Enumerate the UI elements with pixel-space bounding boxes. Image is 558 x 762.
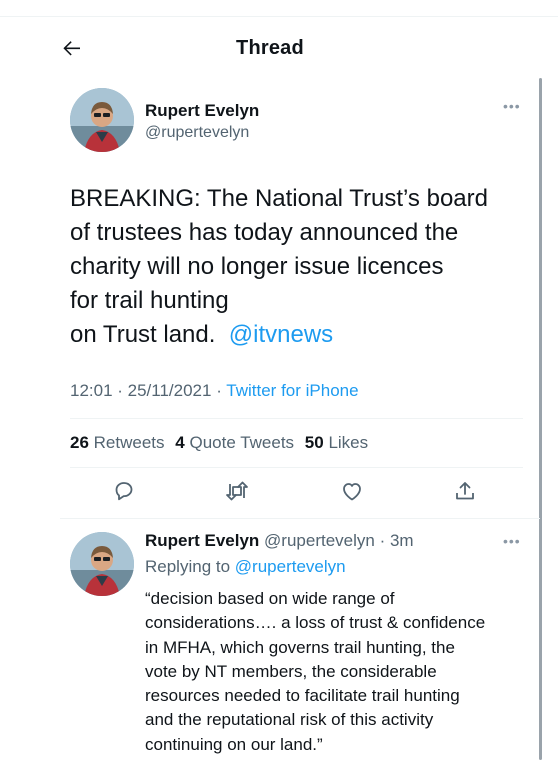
retweet-icon xyxy=(226,481,248,501)
reply-text-line: “decision based on wide range of xyxy=(145,589,395,608)
thread-header: Thread xyxy=(0,20,540,76)
likes-stat[interactable]: 50 Likes xyxy=(305,433,368,452)
like-button[interactable] xyxy=(340,479,366,505)
share-icon xyxy=(456,482,474,500)
reply-header: Rupert Evelyn @rupertevelyn · 3m xyxy=(145,531,414,551)
reply-text-line: considerations…. a loss of trust & confi… xyxy=(145,613,486,633)
author-handle[interactable]: @rupertevelyn xyxy=(145,124,249,142)
tweet-meta: 12:01 · 25/11/2021 · Twitter for iPhone xyxy=(70,381,359,401)
quote-tweets-stat[interactable]: 4 Quote Tweets xyxy=(175,433,294,452)
avatar[interactable] xyxy=(70,88,134,152)
reply-text-line: continuing on our land.” xyxy=(145,734,323,754)
quote-tweets-count: 4 xyxy=(175,433,185,452)
reply-author-name[interactable]: Rupert Evelyn xyxy=(145,531,259,550)
like-icon xyxy=(343,483,361,501)
quote-tweets-label: Quote Tweets xyxy=(189,433,295,452)
tweet-stats: 26 Retweets 4 Quote Tweets 50 Likes xyxy=(70,433,374,453)
tweet-text-line-last: on Trust land. @itvnews xyxy=(70,318,530,352)
share-button[interactable] xyxy=(453,479,479,505)
more-icon: ••• xyxy=(503,533,521,549)
tweet-text: BREAKING: The National Trust’s board of … xyxy=(70,182,530,352)
author-name[interactable]: Rupert Evelyn xyxy=(145,101,259,121)
scrollbar[interactable] xyxy=(539,78,542,760)
more-icon: ••• xyxy=(503,98,521,114)
tweet-text-line: of trustees has today announced the xyxy=(70,219,459,246)
retweets-stat[interactable]: 26 Retweets xyxy=(70,433,165,452)
reply-text-line: vote by NT members, the considerable xyxy=(145,661,437,681)
likes-label: Likes xyxy=(328,433,369,452)
reply-text: “decision based on wide range of conside… xyxy=(145,587,535,757)
mention-link[interactable]: @itvnews xyxy=(229,321,333,348)
replying-to: Replying to @rupertevelyn xyxy=(145,557,346,577)
divider xyxy=(60,518,540,519)
reply-text-line: in MFHA, which governs trail hunting, th… xyxy=(145,637,455,657)
retweet-button[interactable] xyxy=(224,479,250,505)
tweet-text-line: BREAKING: The National Trust’s board xyxy=(70,185,488,212)
divider xyxy=(70,418,523,419)
reply-avatar[interactable] xyxy=(70,532,134,596)
reply-age[interactable]: · 3m xyxy=(380,531,414,550)
reply-button[interactable] xyxy=(112,479,138,505)
more-options-button[interactable]: ••• xyxy=(503,98,521,114)
tweet-actions xyxy=(0,477,540,511)
reply-author-handle[interactable]: @rupertevelyn xyxy=(264,531,375,550)
reply-text-line: and the reputational risk of this activi… xyxy=(145,710,434,730)
retweets-label: Retweets xyxy=(93,433,165,452)
cropped-top-text xyxy=(0,0,558,17)
retweets-count: 26 xyxy=(70,433,89,452)
divider xyxy=(70,467,523,468)
replying-to-link[interactable]: @rupertevelyn xyxy=(235,557,346,576)
reply-more-options-button[interactable]: ••• xyxy=(503,533,521,549)
likes-count: 50 xyxy=(304,433,324,452)
reply-text-line: resources needed to facilitate trail hun… xyxy=(145,686,460,706)
tweet-source-link[interactable]: Twitter for iPhone xyxy=(226,381,358,400)
replying-prefix: Replying to xyxy=(145,557,231,576)
tweet-timestamp[interactable]: 12:01 · 25/11/2021 · xyxy=(70,381,226,400)
tweet-text-line: on Trust land. xyxy=(70,321,216,348)
reply-icon xyxy=(115,482,133,501)
tweet-text-line: charity will no longer issue licences xyxy=(70,253,444,280)
tweet-text-line: for trail hunting xyxy=(70,287,229,314)
page-title: Thread xyxy=(236,37,304,59)
